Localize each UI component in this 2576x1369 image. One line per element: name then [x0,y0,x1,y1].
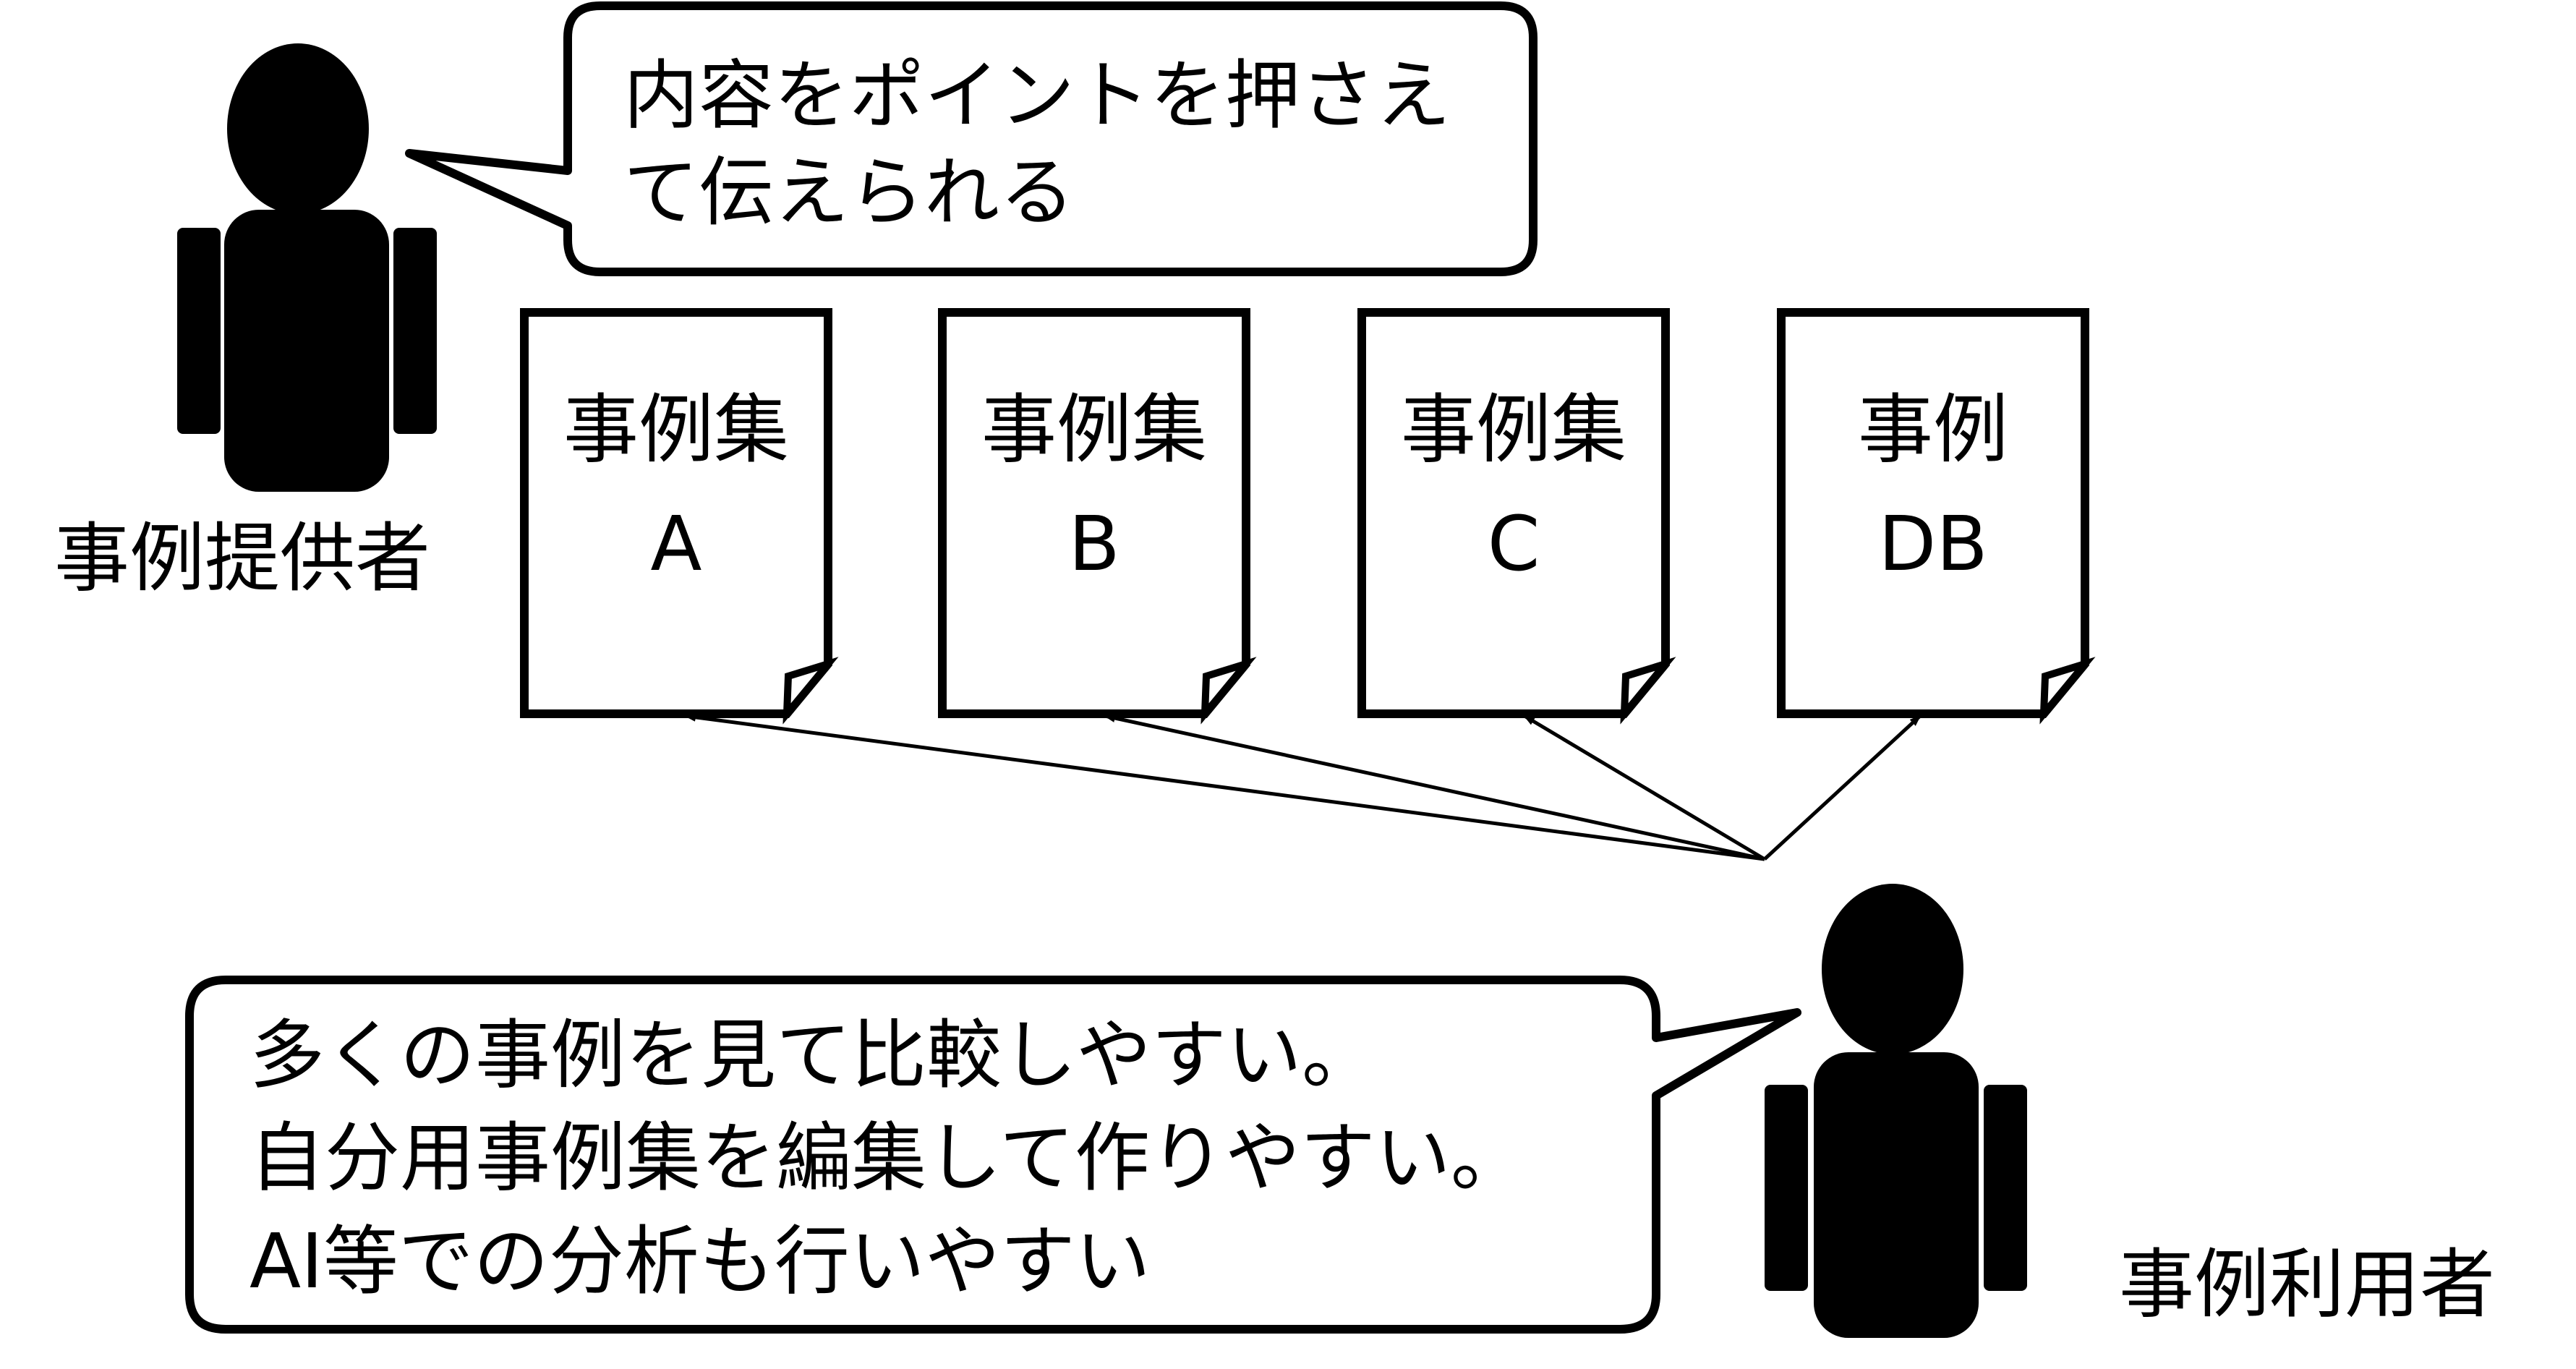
document-c-title: 事例集 [1401,385,1626,474]
provider-speech-line-2: て伝えられる [623,148,1075,236]
provider-speech-line-1: 内容をポイントを押さえ [623,51,1451,140]
document-b: 事例集 B [938,308,1257,725]
document-b-title: 事例集 [981,385,1207,474]
document-a: 事例集 A [520,308,839,725]
document-a-subtitle: A [650,500,701,588]
document-db-title: 事例 [1858,385,2008,474]
arrow-icon [1104,714,1765,861]
arrows [684,712,1922,861]
user-label: 事例利用者 [2119,1240,2495,1329]
arrow-icon [1523,714,1766,861]
case-sharing-diagram: 事例提供者 内容をポイントを押さえ て伝えられる 事例集 A 事例集 B 事例集… [54,1,2495,1338]
user-person-icon [1765,884,2027,1338]
user-speech-line-2: 自分用事例集を編集して作りやすい。 [250,1114,1526,1202]
arrow-icon [684,712,1765,861]
user-speech-line-1: 多くの事例を見て比較しやすい。 [250,1011,1377,1099]
document-b-subtitle: B [1068,500,1119,588]
document-c: 事例集 C [1357,308,1676,725]
document-c-subtitle: C [1488,500,1540,588]
document-a-title: 事例集 [563,385,789,474]
provider-label: 事例提供者 [54,514,430,602]
provider-person-icon [177,43,437,492]
document-db-subtitle: DB [1878,500,1987,588]
user-speech-line-3: AI等での分析も行いやすい [250,1217,1151,1305]
arrow-icon [1763,715,1922,861]
document-db: 事例 DB [1777,308,2096,725]
